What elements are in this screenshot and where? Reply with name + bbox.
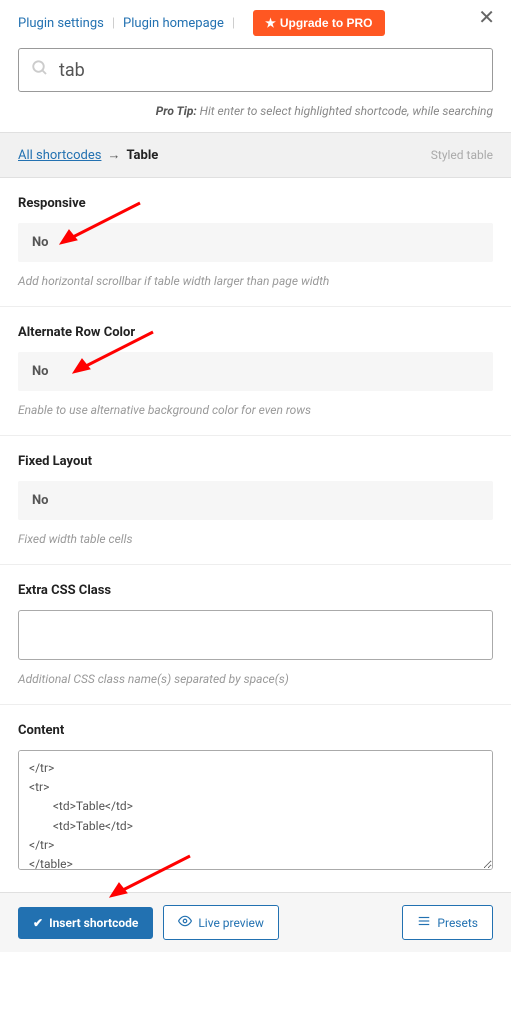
search-wrap: [0, 48, 511, 100]
content-textarea[interactable]: [18, 750, 493, 870]
field-help: Additional CSS class name(s) separated b…: [18, 672, 493, 686]
breadcrumb-current: Table: [126, 148, 158, 163]
field-responsive: Responsive No Add horizontal scrollbar i…: [0, 178, 511, 307]
presets-label: Presets: [437, 916, 478, 930]
field-alternate: Alternate Row Color No Enable to use alt…: [0, 307, 511, 436]
alternate-select[interactable]: No: [18, 352, 493, 391]
separator: |: [112, 16, 115, 31]
preview-label: Live preview: [198, 916, 264, 930]
separator: |: [232, 16, 235, 31]
close-icon: ✕: [478, 7, 495, 29]
search-box[interactable]: [18, 48, 493, 92]
insert-label: Insert shortcode: [49, 916, 138, 930]
field-help: Fixed width table cells: [18, 532, 493, 546]
pro-tip-text: Hit enter to select highlighted shortcod…: [200, 104, 493, 118]
menu-icon: [417, 914, 431, 931]
search-input[interactable]: [59, 60, 480, 81]
breadcrumb-description: Styled table: [431, 148, 493, 162]
insert-shortcode-button[interactable]: ✔ Insert shortcode: [18, 907, 153, 939]
field-css: Extra CSS Class Additional CSS class nam…: [0, 565, 511, 705]
responsive-select[interactable]: No: [18, 223, 493, 262]
fixed-select[interactable]: No: [18, 481, 493, 520]
breadcrumb: All shortcodes → Table: [18, 147, 158, 163]
header-bar: Plugin settings | Plugin homepage | ★ Up…: [0, 0, 511, 48]
eye-icon: [178, 914, 192, 931]
field-fixed: Fixed Layout No Fixed width table cells: [0, 436, 511, 565]
upgrade-button[interactable]: ★ Upgrade to PRO: [253, 10, 384, 36]
footer-bar: ✔ Insert shortcode Live preview Presets: [0, 892, 511, 952]
live-preview-button[interactable]: Live preview: [163, 905, 279, 940]
pro-tip-label: Pro Tip:: [156, 104, 197, 118]
star-icon: ★: [265, 16, 276, 30]
plugin-homepage-link[interactable]: Plugin homepage: [123, 16, 224, 31]
field-label: Fixed Layout: [18, 454, 493, 469]
field-label: Alternate Row Color: [18, 325, 493, 340]
css-class-input[interactable]: [18, 610, 493, 660]
presets-button[interactable]: Presets: [402, 905, 493, 940]
field-help: Add horizontal scrollbar if table width …: [18, 274, 493, 288]
search-icon: [31, 59, 49, 81]
check-icon: ✔: [33, 916, 43, 930]
breadcrumb-bar: All shortcodes → Table Styled table: [0, 132, 511, 178]
breadcrumb-arrow: →: [107, 147, 120, 163]
breadcrumb-all-link[interactable]: All shortcodes: [18, 148, 101, 163]
plugin-settings-link[interactable]: Plugin settings: [18, 16, 104, 31]
field-label: Responsive: [18, 196, 493, 211]
field-label: Content: [18, 723, 493, 738]
field-help: Enable to use alternative background col…: [18, 403, 493, 417]
pro-tip: Pro Tip: Hit enter to select highlighted…: [0, 100, 511, 132]
upgrade-label: Upgrade to PRO: [280, 16, 373, 30]
close-button[interactable]: ✕: [478, 8, 495, 28]
field-content: Content: [0, 705, 511, 892]
field-label: Extra CSS Class: [18, 583, 493, 598]
